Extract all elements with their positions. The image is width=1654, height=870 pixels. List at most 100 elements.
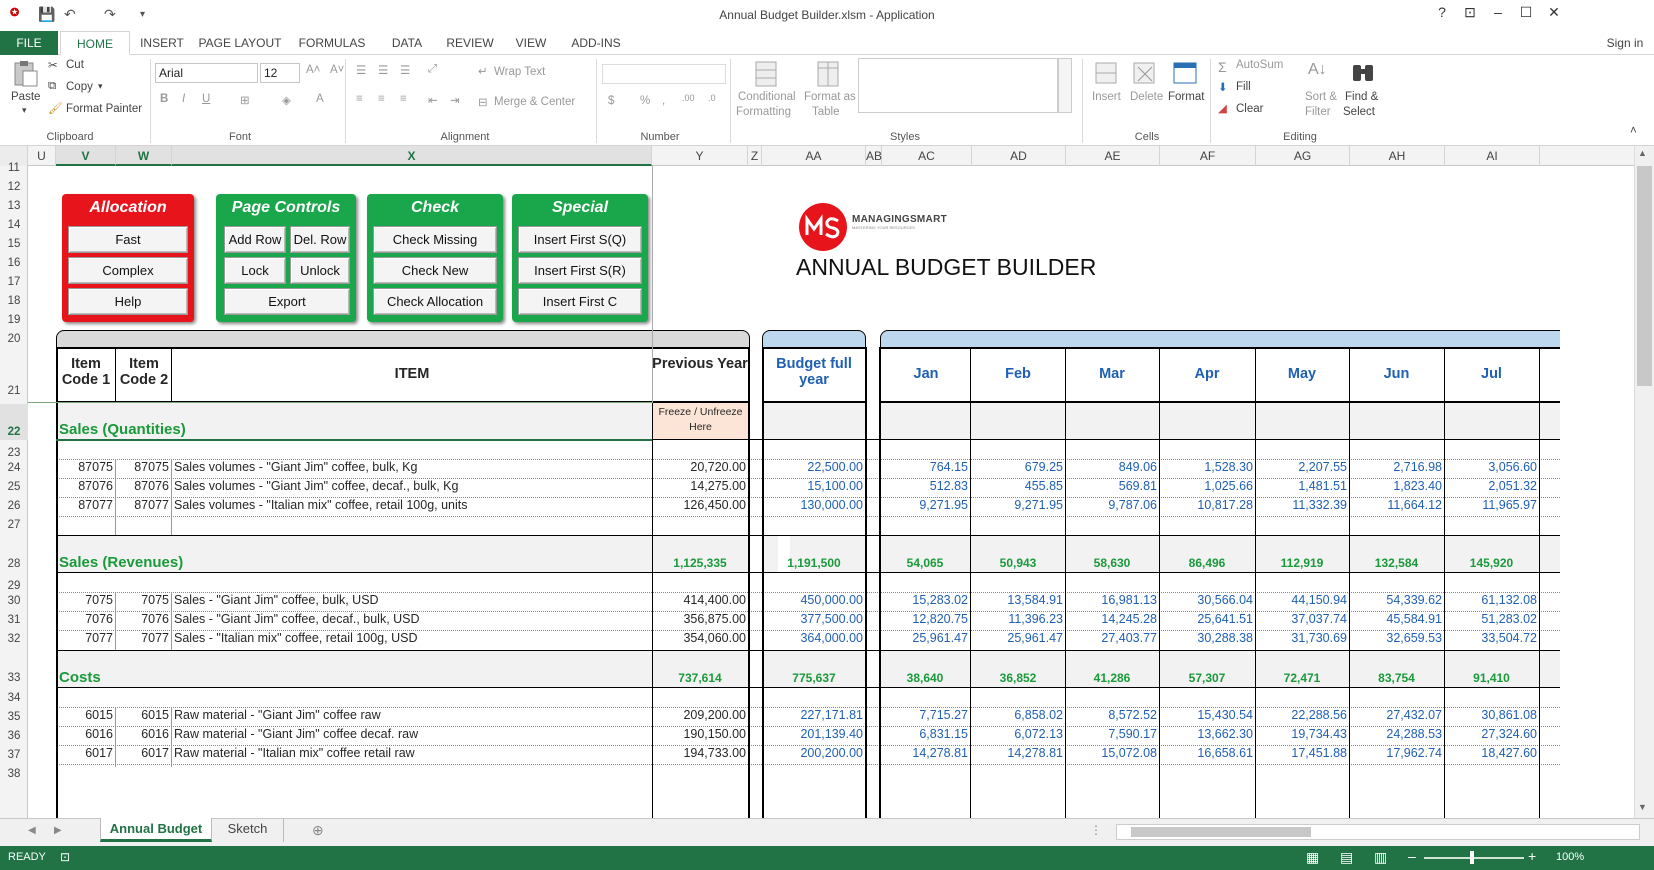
month-value-cell[interactable]: 7,715.27	[880, 708, 968, 722]
fill-color-icon[interactable]: ◈	[282, 93, 291, 107]
month-value-cell[interactable]: 17,451.88	[1256, 746, 1347, 760]
row-header[interactable]: 23	[0, 447, 28, 459]
align-center-icon[interactable]: ≡	[378, 93, 385, 105]
paste-icon[interactable]	[10, 59, 40, 89]
month-value-cell[interactable]: 1,528.30	[1160, 460, 1253, 474]
item-description-cell[interactable]: Raw material - "Giant Jim" coffee decaf.…	[174, 727, 650, 741]
column-header[interactable]: AG	[1256, 146, 1350, 166]
borders-icon[interactable]: ⊞	[240, 93, 250, 107]
horizontal-scrollbar[interactable]	[1116, 824, 1640, 840]
month-value-cell[interactable]: 37,037.74	[1256, 612, 1347, 626]
column-header[interactable]: U	[28, 146, 56, 166]
item-description-cell[interactable]: Sales volumes - "Italian mix" coffee, re…	[174, 498, 650, 512]
item-description-cell[interactable]: Sales volumes - "Giant Jim" coffee, bulk…	[174, 460, 650, 474]
ribbon-display-icon[interactable]: ⊡	[1456, 4, 1484, 21]
item-description-cell[interactable]: Raw material - "Giant Jim" coffee raw	[174, 708, 650, 722]
zoom-slider-thumb[interactable]	[1470, 851, 1474, 864]
column-header[interactable]: AB	[866, 146, 882, 166]
month-value-cell[interactable]: 10,817.28	[1160, 498, 1253, 512]
insert-cells-icon[interactable]	[1092, 59, 1122, 89]
month-value-cell[interactable]: 30,861.08	[1445, 708, 1537, 722]
month-value-cell[interactable]: 44,150.94	[1256, 593, 1347, 607]
month-value-cell[interactable]: 764.15	[880, 460, 968, 474]
copy-dropdown-icon[interactable]: ▾	[98, 81, 103, 92]
grow-font-icon[interactable]: A˄	[306, 64, 320, 76]
month-value-cell[interactable]: 569.81	[1066, 479, 1157, 493]
row-header[interactable]: 24	[0, 462, 28, 474]
item-code-1-cell[interactable]: 7075	[56, 593, 113, 607]
cell-styles-gallery[interactable]	[858, 58, 1058, 113]
budget-cell[interactable]: 450,000.00	[764, 593, 863, 607]
paste-dropdown-icon[interactable]: ▾	[22, 105, 27, 116]
autosum-button[interactable]: AutoSum	[1236, 59, 1283, 71]
month-value-cell[interactable]: 9,271.95	[880, 498, 968, 512]
item-code-2-cell[interactable]: 6016	[116, 727, 169, 741]
check-new-button[interactable]: Check New	[373, 257, 497, 284]
maximize-icon[interactable]: ☐	[1512, 4, 1540, 21]
month-value-cell[interactable]: 7,590.17	[1066, 727, 1157, 741]
column-header[interactable]: AE	[1066, 146, 1160, 166]
column-header[interactable]: AF	[1160, 146, 1256, 166]
scroll-thumb[interactable]	[1637, 166, 1652, 386]
month-value-cell[interactable]: 11,664.12	[1350, 498, 1442, 512]
freeze-unfreeze-cell[interactable]: Freeze / Unfreeze Here	[653, 403, 748, 439]
align-middle-icon[interactable]: ☰	[378, 63, 388, 77]
month-value-cell[interactable]: 849.06	[1066, 460, 1157, 474]
item-code-1-cell[interactable]: 6016	[56, 727, 113, 741]
row-header[interactable]: 12	[0, 181, 28, 193]
minimize-icon[interactable]: –	[1484, 4, 1512, 20]
item-code-2-cell[interactable]: 6015	[116, 708, 169, 722]
font-size-box[interactable]: 12	[260, 63, 300, 83]
budget-cell[interactable]: 130,000.00	[764, 498, 863, 512]
previous-year-cell[interactable]: 414,400.00	[652, 593, 746, 607]
budget-cell[interactable]: 377,500.00	[764, 612, 863, 626]
item-code-1-cell[interactable]: 7077	[56, 631, 113, 645]
normal-view-icon[interactable]: ▦	[1306, 849, 1319, 866]
month-value-cell[interactable]: 6,858.02	[972, 708, 1063, 722]
column-header[interactable]: Z	[748, 146, 762, 166]
month-value-cell[interactable]: 17,962.74	[1350, 746, 1442, 760]
zoom-out-icon[interactable]: –	[1408, 848, 1416, 864]
month-value-cell[interactable]: 33,504.72	[1445, 631, 1537, 645]
help-icon[interactable]: ?	[1428, 4, 1456, 20]
month-value-cell[interactable]: 54,339.62	[1350, 593, 1442, 607]
previous-year-cell[interactable]: 354,060.00	[652, 631, 746, 645]
sign-in-link[interactable]: Sign in	[1600, 31, 1650, 55]
row-header[interactable]: 34	[0, 692, 28, 704]
month-value-cell[interactable]: 27,324.60	[1445, 727, 1537, 741]
row-header[interactable]: 11	[0, 162, 28, 174]
item-code-2-cell[interactable]: 7076	[116, 612, 169, 626]
month-value-cell[interactable]: 25,641.51	[1160, 612, 1253, 626]
zoom-in-icon[interactable]: +	[1528, 848, 1536, 864]
merge-center-button[interactable]: Merge & Center	[494, 96, 575, 108]
del-row-button[interactable]: Del. Row	[290, 226, 350, 253]
month-value-cell[interactable]: 14,245.28	[1066, 612, 1157, 626]
decrease-indent-icon[interactable]: ⇤	[428, 93, 438, 107]
insert-first-sr-button[interactable]: Insert First S(R)	[518, 257, 642, 284]
month-value-cell[interactable]: 13,584.91	[972, 593, 1063, 607]
previous-year-cell[interactable]: 356,875.00	[652, 612, 746, 626]
budget-cell[interactable]: 15,100.00	[764, 479, 863, 493]
month-value-cell[interactable]: 15,430.54	[1160, 708, 1253, 722]
month-value-cell[interactable]: 6,072.13	[972, 727, 1063, 741]
month-value-cell[interactable]: 15,283.02	[880, 593, 968, 607]
increase-decimal-icon[interactable]: .00	[682, 93, 695, 103]
item-code-1-cell[interactable]: 6015	[56, 708, 113, 722]
month-value-cell[interactable]: 32,659.53	[1350, 631, 1442, 645]
row-header[interactable]: 25	[0, 481, 28, 493]
unlock-button[interactable]: Unlock	[290, 257, 350, 284]
page-layout-view-icon[interactable]: ▤	[1340, 849, 1353, 866]
row-header[interactable]: 19	[0, 314, 28, 326]
month-value-cell[interactable]: 11,396.23	[972, 612, 1063, 626]
month-value-cell[interactable]: 22,288.56	[1256, 708, 1347, 722]
month-value-cell[interactable]: 14,278.81	[880, 746, 968, 760]
month-value-cell[interactable]: 9,271.95	[972, 498, 1063, 512]
format-as-table-button[interactable]: Format as	[804, 91, 856, 103]
cut-button[interactable]: Cut	[66, 59, 84, 71]
increase-indent-icon[interactable]: ⇥	[450, 93, 460, 107]
row-header[interactable]: 21	[0, 385, 28, 397]
month-value-cell[interactable]: 2,716.98	[1350, 460, 1442, 474]
month-value-cell[interactable]: 31,730.69	[1256, 631, 1347, 645]
conditional-formatting-icon[interactable]	[752, 59, 782, 89]
month-value-cell[interactable]: 51,283.02	[1445, 612, 1537, 626]
